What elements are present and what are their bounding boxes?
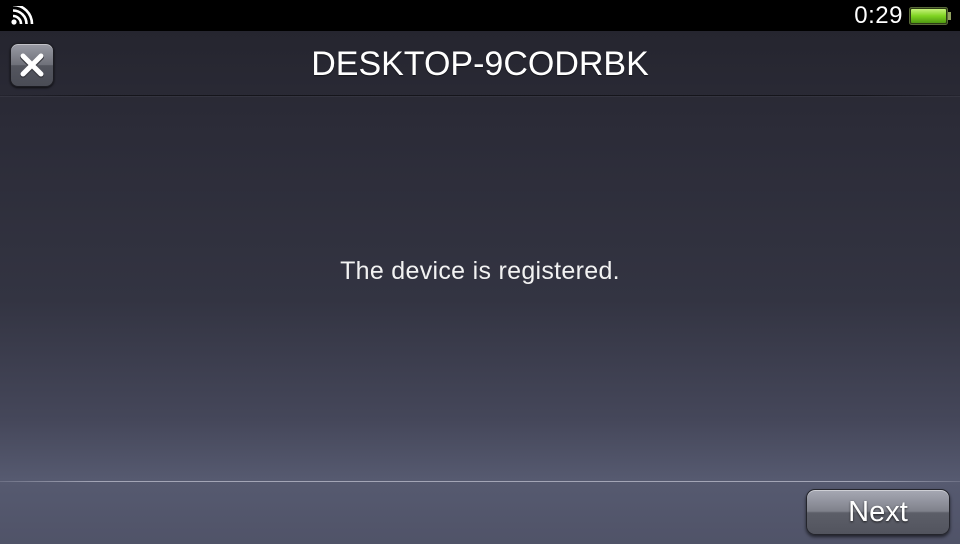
status-message: The device is registered. xyxy=(340,257,620,285)
clock: 0:29 xyxy=(854,2,903,29)
wifi-signal-icon xyxy=(11,6,34,25)
next-button[interactable]: Next xyxy=(806,489,950,535)
screen: 0:29 DESKTOP-9CODRBK The device is regis… xyxy=(0,0,960,544)
page-title: DESKTOP-9CODRBK xyxy=(311,45,649,83)
footer-divider xyxy=(0,481,960,482)
status-bar: 0:29 xyxy=(0,0,960,31)
battery-full-icon xyxy=(909,7,951,25)
header-divider-highlight xyxy=(0,96,960,97)
